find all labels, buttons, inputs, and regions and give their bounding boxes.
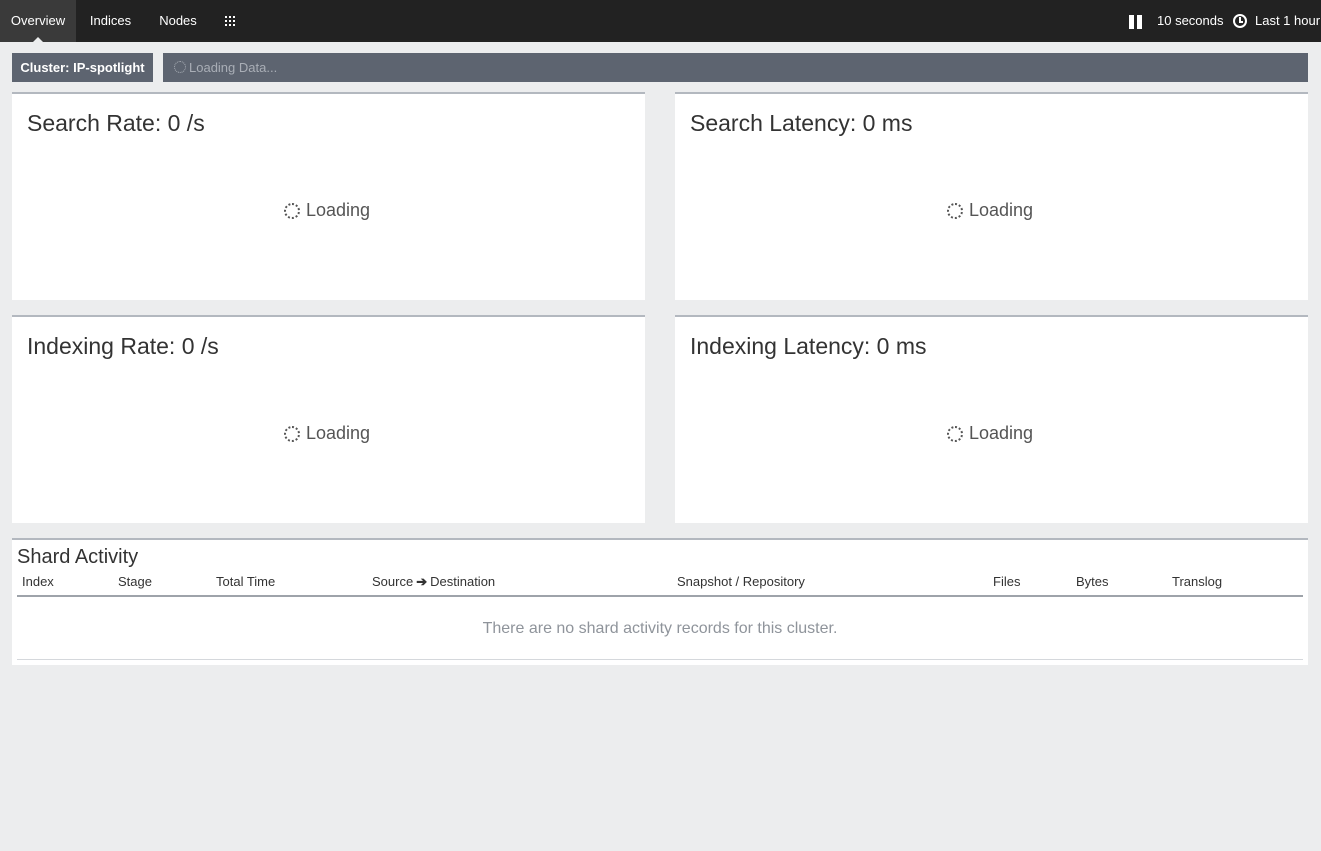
column-header-files[interactable]: Files (993, 574, 1020, 589)
arrow-right-icon: ➔ (416, 574, 428, 589)
panel-loading-indicator: Loading (284, 423, 370, 444)
panel-loading-indicator: Loading (947, 200, 1033, 221)
column-header-translog[interactable]: Translog (1172, 574, 1222, 589)
time-range-button[interactable]: Last 1 hour (1255, 0, 1320, 42)
loading-data-text: Loading Data... (189, 60, 278, 75)
spinner-icon (284, 203, 300, 219)
panel-title: Search Latency: 0 ms (690, 110, 913, 136)
search-rate-panel: Search Rate: 0 /s Loading (12, 92, 645, 300)
panel-loading-indicator: Loading (284, 200, 370, 221)
column-header-source: Source (372, 574, 414, 589)
indexing-latency-panel: Indexing Latency: 0 ms Loading (675, 315, 1308, 523)
tab-overview[interactable]: Overview (0, 0, 76, 43)
loading-label: Loading (969, 200, 1034, 220)
spinner-icon (947, 426, 963, 442)
pause-icon[interactable] (1129, 15, 1143, 29)
clock-icon (1233, 14, 1247, 28)
top-nav-bar: Overview Indices Nodes 10 seconds Last 1… (0, 0, 1321, 43)
column-header-bytes[interactable]: Bytes (1076, 574, 1109, 589)
loading-data-bar: Loading Data... (163, 53, 1308, 82)
tab-overview-label: Overview (10, 13, 66, 28)
loading-label: Loading (306, 200, 371, 220)
panel-title: Search Rate: 0 /s (27, 110, 205, 136)
tab-indices-label: Indices (89, 13, 132, 28)
column-header-index[interactable]: Index (22, 574, 54, 589)
cluster-badge[interactable]: Cluster: IP-spotlight (12, 53, 153, 82)
empty-state-message: There are no shard activity records for … (482, 620, 838, 637)
column-header-destination: Destination (430, 574, 496, 589)
grid-icon (225, 16, 237, 26)
column-header-stage[interactable]: Stage (118, 574, 152, 589)
cluster-name: Cluster: IP-spotlight (20, 60, 145, 75)
indexing-rate-panel: Indexing Rate: 0 /s Loading (12, 315, 645, 523)
tab-indices[interactable]: Indices (76, 0, 145, 42)
shard-activity-title: Shard Activity (17, 546, 139, 568)
panel-title: Indexing Rate: 0 /s (27, 333, 219, 359)
spinner-icon (174, 61, 186, 73)
loading-label: Loading (306, 423, 371, 443)
tab-nodes-label: Nodes (159, 13, 197, 28)
time-range-label: Last 1 hour (1255, 13, 1321, 28)
shard-activity-panel: Shard Activity Index Stage Total Time So… (12, 538, 1308, 665)
loading-label: Loading (969, 423, 1034, 443)
column-header-source-destination[interactable]: Source ➔ Destination (372, 574, 495, 590)
apps-menu-button[interactable] (216, 0, 246, 42)
column-header-total-time[interactable]: Total Time (216, 574, 275, 589)
refresh-interval-button[interactable]: 10 seconds (1157, 0, 1224, 42)
spinner-icon (947, 203, 963, 219)
table-bottom-divider (17, 659, 1303, 660)
panel-loading-indicator: Loading (947, 423, 1033, 444)
refresh-interval-label: 10 seconds (1157, 13, 1224, 28)
tab-nodes[interactable]: Nodes (145, 0, 211, 42)
search-latency-panel: Search Latency: 0 ms Loading (675, 92, 1308, 300)
panel-title: Indexing Latency: 0 ms (690, 333, 927, 359)
spinner-icon (284, 426, 300, 442)
column-header-snapshot-repository[interactable]: Snapshot / Repository (677, 574, 805, 589)
header-divider (17, 595, 1303, 597)
